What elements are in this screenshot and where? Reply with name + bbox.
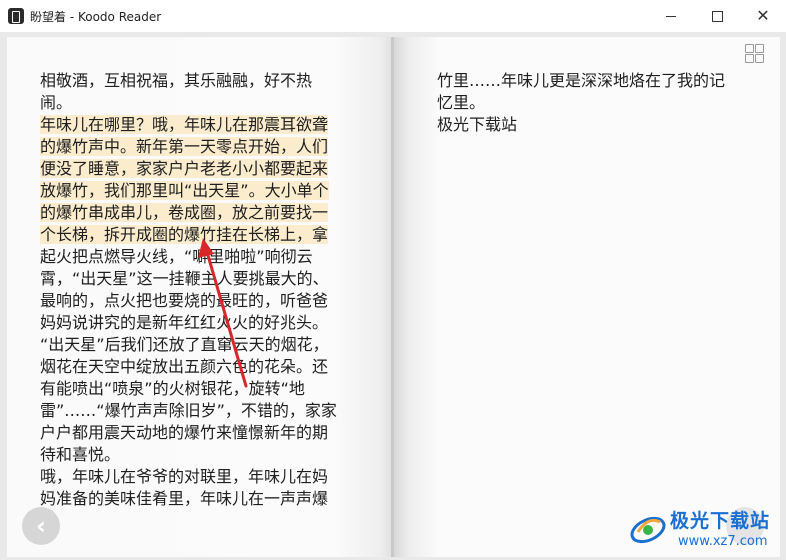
minimize-icon [666, 15, 676, 17]
line-text: 妈妈说讲究的是新年红红火火的好兆头。 [40, 313, 329, 332]
line-text: 极光下载站 [437, 115, 518, 134]
line-text: 妈准备的美味佳肴里，年味儿在一声声爆 [40, 489, 329, 508]
reader-view: 相敬酒，互相祝福，其乐融融，好不热 闹。年味儿在哪里？哦，年味儿在那震耳欲聋 的爆竹… [0, 32, 786, 560]
line-text: 最响的，点火把也要烧的最旺的，听爸爸 [40, 291, 329, 310]
close-icon: ✕ [756, 6, 770, 25]
grid-cell [745, 54, 754, 63]
text-line: 年味儿在哪里？哦，年味儿在那震耳欲聋 [40, 114, 352, 136]
text-line: 的爆竹串成串儿，卷成圈，放之前要找一 [40, 202, 352, 224]
text-line: 竹里……年味儿更是深深地烙在了我的记 [437, 70, 749, 92]
text-line: “出天星”后我们还放了直窜云天的烟花， [40, 334, 352, 356]
line-text: “出天星”后我们还放了直窜云天的烟花， [40, 335, 329, 354]
highlighted-text: 的爆竹声中。新年第一天零点开始，人们 [40, 137, 329, 156]
highlighted-text: 年味儿在哪里？哦，年味儿在那震耳欲聋 [40, 115, 329, 134]
text-line: 哦，年味儿在爷爷的对联里，年味儿在妈 [40, 466, 352, 488]
line-text: 忆里。 [437, 93, 486, 112]
left-page-text[interactable]: 相敬酒，互相祝福，其乐融融，好不热 闹。年味儿在哪里？哦，年味儿在那震耳欲聋 的爆竹… [40, 70, 352, 510]
line-text: 烟花在天空中绽放出五颜六色的花朵。还 [40, 357, 329, 376]
text-line: 放爆竹，我们那里叫“出天星”。大小单个 [40, 180, 352, 202]
watermark-name: 极光下载站 [670, 510, 771, 532]
line-text: 待和喜悦。 [40, 445, 121, 464]
line-text: 起火把点燃导火线，“噼里啪啦”响彻云 [40, 247, 313, 266]
line-text: 竹里……年味儿更是深深地烙在了我的记 [437, 71, 726, 90]
text-line: 极光下载站 [437, 114, 749, 136]
text-line: 户户都用震天动地的爆竹来憧憬新年的期 [40, 422, 352, 444]
chevron-left-icon: ‹ [36, 512, 46, 540]
text-line: 闹。 [40, 92, 352, 114]
line-text: 哦，年味儿在爷爷的对联里，年味儿在妈 [40, 467, 329, 486]
title-bar: 盼望着 - Koodo Reader ✕ [0, 0, 786, 32]
text-line: 忆里。 [437, 92, 749, 114]
text-line: 霄，“出天星”这一挂鞭主人要挑最大的、 [40, 268, 352, 290]
text-line: 雷”……“爆竹声声除旧岁”，不错的，家家 [40, 400, 352, 422]
line-text: 有能喷出“喷泉”的火树银花，旋转“地 [40, 379, 305, 398]
minimize-button[interactable] [648, 0, 694, 32]
maximize-button[interactable] [694, 0, 740, 32]
previous-page-button[interactable]: ‹ [22, 507, 60, 545]
right-page-text[interactable]: 竹里……年味儿更是深深地烙在了我的记 忆里。极光下载站 [437, 70, 749, 136]
text-line: 便没了睡意，家家户户老老小小都要起来 [40, 158, 352, 180]
highlighted-text: 便没了睡意，家家户户老老小小都要起来 [40, 159, 329, 178]
text-line: 妈准备的美味佳肴里，年味儿在一声声爆 [40, 488, 352, 510]
line-text: 闹。 [40, 93, 73, 112]
close-button[interactable]: ✕ [740, 0, 786, 32]
text-line: 妈妈说讲究的是新年红红火火的好兆头。 [40, 312, 352, 334]
maximize-icon [711, 10, 723, 22]
line-text: 雷”……“爆竹声声除旧岁”，不错的，家家 [40, 401, 337, 420]
line-text: 相敬酒，互相祝福，其乐融融，好不热 [40, 71, 313, 90]
highlighted-text: 的爆竹串成串儿，卷成圈，放之前要找一 [40, 203, 329, 222]
text-line: 烟花在天空中绽放出五颜六色的花朵。还 [40, 356, 352, 378]
line-text: 霄，“出天星”这一挂鞭主人要挑最大的、 [40, 269, 329, 288]
aurora-logo-icon [630, 516, 666, 544]
text-line: 相敬酒，互相祝福，其乐融融，好不热 [40, 70, 352, 92]
watermark: 极光下载站 www.xz7.com [628, 504, 780, 556]
grid-cell [745, 44, 754, 53]
highlighted-text: 个长梯，拆开成圈的爆竹挂在长梯上，拿 [40, 225, 329, 244]
text-line: 有能喷出“喷泉”的火树银花，旋转“地 [40, 378, 352, 400]
highlighted-text: 放爆竹，我们那里叫“出天星”。大小单个 [40, 181, 329, 200]
window-title: 盼望着 - Koodo Reader [30, 10, 162, 24]
watermark-url: www.xz7.com [678, 534, 768, 549]
line-text: 户户都用震天动地的爆竹来憧憬新年的期 [40, 423, 329, 442]
text-line: 个长梯，拆开成圈的爆竹挂在长梯上，拿 [40, 224, 352, 246]
text-line: 最响的，点火把也要烧的最旺的，听爸爸 [40, 290, 352, 312]
grid-cell [755, 54, 764, 63]
text-line: 起火把点燃导火线，“噼里啪啦”响彻云 [40, 246, 352, 268]
app-logo-icon [8, 8, 24, 24]
text-line: 的爆竹声中。新年第一天零点开始，人们 [40, 136, 352, 158]
grid-cell [755, 44, 764, 53]
grid-menu-icon[interactable] [745, 44, 765, 64]
text-line: 待和喜悦。 [40, 444, 352, 466]
